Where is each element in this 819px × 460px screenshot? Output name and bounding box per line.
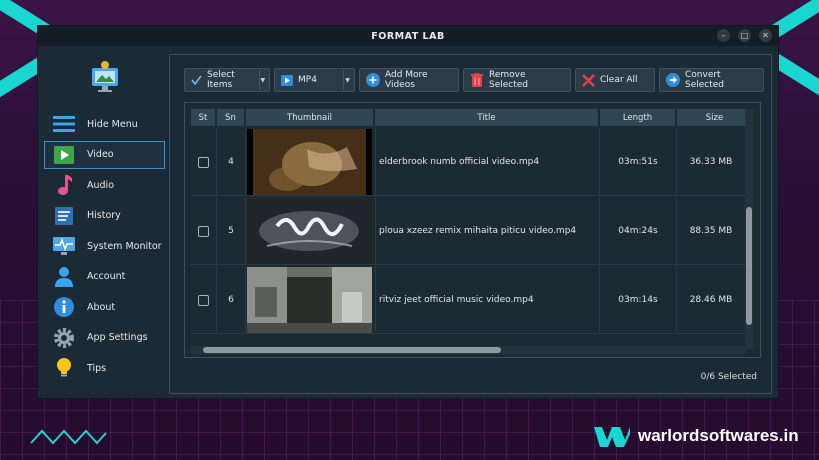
maximize-button[interactable]: □ [738,29,751,42]
select-items-dropdown[interactable]: Select Items ▼ [184,68,270,92]
convert-selected-label: Convert Selected [685,70,725,90]
remove-selected-label: Remove Selected [489,70,529,90]
sidebar-item-audio[interactable]: Audio [44,171,165,199]
sidebar-item-video[interactable]: Video [44,140,165,169]
warlord-logo-icon [594,427,630,447]
row-title: ritviz jeet official music video.mp4 [375,266,600,334]
column-header-thumbnail[interactable]: Thumbnail [246,109,374,126]
sidebar-nav: Hide Menu Video Audio History System Mon… [44,110,165,385]
minimize-button[interactable]: – [717,29,730,42]
watermark-text: warlordsoftwares.in [638,426,799,445]
check-icon [191,75,202,85]
sidebar: Hide Menu Video Audio History System Mon… [38,46,166,398]
toolbar: Select Items ▼ MP4 ▼ Add More Videos Rem… [184,68,764,92]
sidebar-item-system-monitor[interactable]: System Monitor [44,232,165,260]
convert-selected-button[interactable]: Convert Selected [659,68,764,92]
clear-all-label: Clear All [600,75,638,85]
table-row[interactable]: 5 ploua xzeez remix mihaita piticu video… [191,197,746,265]
trash-icon [470,72,484,88]
row-length: 03m:14s [600,266,677,334]
zigzag-decoration [30,429,107,445]
monitor-icon [53,235,75,257]
sidebar-item-about[interactable]: About [44,293,165,321]
row-size: 88.35 MB [677,197,746,265]
arrow-right-icon [666,73,680,87]
sidebar-item-label: History [87,210,121,221]
row-checkbox[interactable] [198,225,209,237]
user-icon [53,266,75,288]
sidebar-item-label: Video [87,149,114,160]
sidebar-item-account[interactable]: Account [44,263,165,291]
music-note-icon [53,174,75,196]
vertical-scrollbar[interactable] [745,109,753,349]
row-size: 36.33 MB [677,128,746,196]
history-icon [53,205,75,227]
horizontal-scrollbar[interactable] [191,346,746,354]
sidebar-item-label: Audio [87,179,115,191]
add-more-videos-button[interactable]: Add More Videos [359,68,459,92]
info-icon [53,296,75,318]
app-logo-icon [92,61,118,92]
column-header-size[interactable]: Size [677,109,753,126]
table-row[interactable]: 6 ritviz jeet official music video.mp4 0… [191,266,746,334]
sidebar-item-app-settings[interactable]: App Settings [44,324,165,352]
sidebar-item-tips[interactable]: Tips [44,354,165,382]
app-window: FORMAT LAB – □ ✕ Hide Menu Video Audio H… [37,25,779,399]
select-items-label: Select Items [207,70,235,90]
format-value: MP4 [298,75,317,85]
row-length: 04m:24s [600,197,677,265]
close-button[interactable]: ✕ [759,29,772,42]
video-thumbnail [247,129,372,195]
row-length: 03m:51s [600,128,677,196]
row-sn: 5 [217,197,246,265]
video-file-icon [281,74,293,86]
row-checkbox[interactable] [198,156,209,168]
menu-icon [53,113,75,135]
bulb-icon [53,357,75,379]
video-thumbnail [247,267,372,333]
sidebar-item-label: App Settings [87,332,148,343]
chevron-down-icon: ▼ [258,70,266,90]
sidebar-item-history[interactable]: History [44,202,165,230]
x-icon [582,73,595,87]
window-title: FORMAT LAB [371,30,445,42]
vertical-scroll-thumb[interactable] [746,207,752,325]
sidebar-item-label: Hide Menu [87,118,138,130]
sidebar-item-label: System Monitor [87,240,162,252]
column-header-sn[interactable]: Sn [217,109,245,126]
sidebar-item-label: Tips [87,362,107,374]
sidebar-item-hide-menu[interactable]: Hide Menu [44,110,165,138]
main-panel: Select Items ▼ MP4 ▼ Add More Videos Rem… [169,54,772,394]
row-sn: 4 [217,128,246,196]
watermark: warlordsoftwares.in [594,424,799,448]
format-select[interactable]: MP4 ▼ [274,68,355,92]
horizontal-scroll-thumb[interactable] [203,347,501,353]
selection-status: 0/6 Selected [700,372,757,382]
video-icon [53,144,75,166]
sidebar-item-label: Account [87,271,126,282]
column-header-st[interactable]: St [191,109,216,126]
remove-selected-button[interactable]: Remove Selected [463,68,571,92]
title-bar: FORMAT LAB – □ ✕ [38,26,778,46]
gear-icon [53,327,75,349]
chevron-down-icon: ▼ [343,70,351,90]
plus-icon [366,73,380,87]
row-size: 28.46 MB [677,266,746,334]
video-thumbnail [247,198,372,264]
video-table: St Sn Thumbnail Title Length Size 4 elde… [184,102,761,358]
table-row[interactable]: 4 elderbrook numb official video.mp4 03m… [191,128,746,196]
sidebar-item-label: About [87,301,116,313]
clear-all-button[interactable]: Clear All [575,68,655,92]
column-header-length[interactable]: Length [600,109,676,126]
add-more-videos-label: Add More Videos [385,70,428,90]
row-title: ploua xzeez remix mihaita piticu video.m… [375,197,600,265]
row-sn: 6 [217,266,246,334]
row-title: elderbrook numb official video.mp4 [375,128,600,196]
row-checkbox[interactable] [198,294,209,306]
column-header-title[interactable]: Title [375,109,599,126]
